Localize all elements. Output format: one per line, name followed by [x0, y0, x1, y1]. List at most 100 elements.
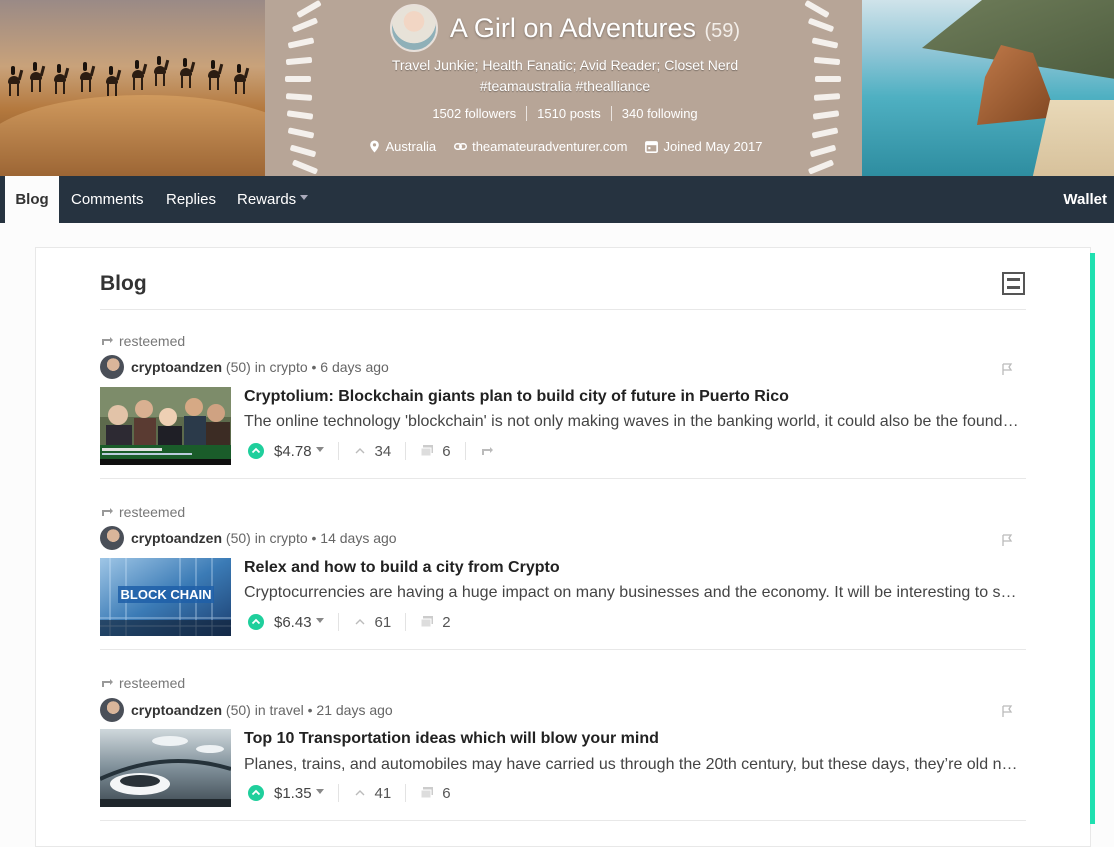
post-age[interactable]: • 21 days ago [308, 702, 393, 718]
votes-count[interactable]: 61 [353, 613, 392, 631]
chevron-up-icon [355, 448, 365, 454]
post-footer: $4.78 34 6 [248, 440, 494, 462]
in-text: in [254, 530, 266, 546]
chevron-down-icon [300, 194, 309, 200]
resteemed-text: resteemed [119, 504, 186, 520]
post-excerpt[interactable]: Cryptocurrencies are having a huge impac… [244, 584, 1022, 602]
tab-rewards[interactable]: Rewards [237, 176, 309, 223]
author-rep: (50) [225, 702, 251, 718]
upvote-icon [251, 789, 261, 796]
profile-name: A Girl on Adventures [449, 12, 697, 43]
wallet-link[interactable]: Wallet [1063, 176, 1107, 223]
upvote-button[interactable] [248, 443, 264, 459]
divider [405, 613, 407, 631]
divider [405, 784, 407, 802]
tab-comments[interactable]: Comments [71, 176, 144, 223]
upvote-icon [251, 618, 261, 625]
comments-count[interactable]: 2 [420, 613, 451, 631]
author-avatar[interactable] [100, 526, 124, 550]
post-title[interactable]: Cryptolium: Blockchain giants plan to bu… [244, 388, 789, 406]
post-excerpt[interactable]: Planes, trains, and automobiles may have… [244, 756, 1022, 774]
post-excerpt[interactable]: The online technology 'blockchain' is no… [244, 413, 1022, 431]
votes-count[interactable]: 34 [353, 443, 391, 460]
comments-count[interactable]: 6 [420, 443, 451, 460]
payout-amount[interactable]: $1.35 [274, 785, 324, 802]
layout-toggle-button[interactable] [1002, 272, 1025, 295]
upvote-button[interactable] [248, 785, 264, 801]
divider [405, 442, 407, 460]
tab-replies[interactable]: Replies [166, 176, 216, 223]
divider [464, 442, 466, 460]
post-title[interactable]: Relex and how to build a city from Crypt… [244, 559, 560, 577]
votes-value: 41 [374, 784, 392, 802]
comments-icon [420, 445, 434, 457]
profile-title-row: A Girl on Adventures (59) [265, 4, 865, 52]
profile-about: Travel Junkie; Health Fanatic; Avid Read… [265, 55, 865, 97]
author-name[interactable]: cryptoandzen [131, 359, 222, 375]
post-title[interactable]: Top 10 Transportation ideas which will b… [244, 730, 659, 748]
profile-reputation: (59) [704, 19, 741, 42]
post-footer: $6.43 61 2 [248, 611, 451, 633]
link-icon [454, 142, 468, 151]
joined-text: Joined May 2017 [663, 139, 763, 154]
post-category[interactable]: travel [270, 702, 304, 718]
chevron-up-icon [355, 619, 365, 625]
tab-blog[interactable]: Blog [5, 176, 59, 223]
in-text: in [254, 359, 266, 375]
author-avatar[interactable] [100, 355, 124, 379]
payout-value: $1.35 [274, 784, 312, 802]
profile-nav: Blog Comments Replies Rewards Wallet [0, 176, 1114, 223]
tab-rewards-label: Rewards [237, 191, 297, 208]
comments-icon [420, 616, 434, 628]
resteemed-text: resteemed [119, 675, 186, 691]
post-category[interactable]: crypto [270, 359, 308, 375]
following-count[interactable]: 340 following [612, 106, 708, 121]
payout-amount[interactable]: $6.43 [274, 614, 324, 631]
post-thumbnail[interactable] [100, 729, 231, 807]
post-category[interactable]: crypto [270, 530, 308, 546]
comments-count[interactable]: 6 [420, 785, 451, 802]
payout-value: $6.43 [274, 613, 312, 631]
calendar-icon [645, 141, 659, 153]
chevron-down-icon [315, 789, 324, 795]
post-age[interactable]: • 14 days ago [312, 530, 397, 546]
chevron-down-icon [315, 447, 324, 453]
flag-icon[interactable] [1000, 704, 1014, 718]
author-rep: (50) [225, 530, 251, 546]
profile-avatar[interactable] [389, 4, 438, 52]
upvote-icon [251, 447, 261, 454]
divider [337, 442, 339, 460]
website-meta[interactable]: theamateuradventurer.com [454, 139, 627, 154]
post-author-row: cryptoandzen (50) in travel • 21 days ag… [100, 698, 393, 722]
comments-value: 2 [442, 613, 451, 631]
author-name[interactable]: cryptoandzen [131, 530, 222, 546]
scroll-indicator[interactable] [1090, 253, 1095, 824]
resteemed-label: resteemed [100, 504, 185, 520]
flag-icon[interactable] [1000, 362, 1014, 376]
post-divider [100, 649, 1026, 650]
author-avatar[interactable] [100, 698, 124, 722]
payout-value: $4.78 [274, 442, 312, 460]
website-link[interactable]: theamateuradventurer.com [472, 139, 627, 154]
post-age[interactable]: • 6 days ago [312, 359, 389, 375]
payout-amount[interactable]: $4.78 [274, 443, 324, 460]
post-author-row: cryptoandzen (50) in crypto • 14 days ag… [100, 526, 397, 550]
about-line-1: Travel Junkie; Health Fanatic; Avid Read… [391, 57, 739, 73]
resteemed-label: resteemed [100, 333, 185, 349]
votes-count[interactable]: 41 [353, 784, 392, 802]
resteemed-label: resteemed [100, 675, 185, 691]
author-name[interactable]: cryptoandzen [131, 702, 222, 718]
post-divider [100, 478, 1026, 479]
upvote-button[interactable] [248, 614, 264, 630]
flag-icon[interactable] [1000, 533, 1014, 547]
post-thumbnail[interactable] [100, 387, 231, 465]
profile-meta: Australia theamateuradventurer.com Joine… [265, 139, 865, 154]
votes-value: 61 [374, 613, 392, 631]
profile-header: A Girl on Adventures (59) Travel Junkie;… [0, 0, 1114, 176]
post-thumbnail[interactable]: BLOCK CHAIN [100, 558, 231, 636]
posts-count: 1510 posts [527, 106, 612, 121]
heading-divider [100, 309, 1026, 310]
followers-count[interactable]: 1502 followers [422, 106, 528, 121]
resteem-icon[interactable] [480, 444, 494, 458]
resteemed-text: resteemed [119, 333, 186, 349]
